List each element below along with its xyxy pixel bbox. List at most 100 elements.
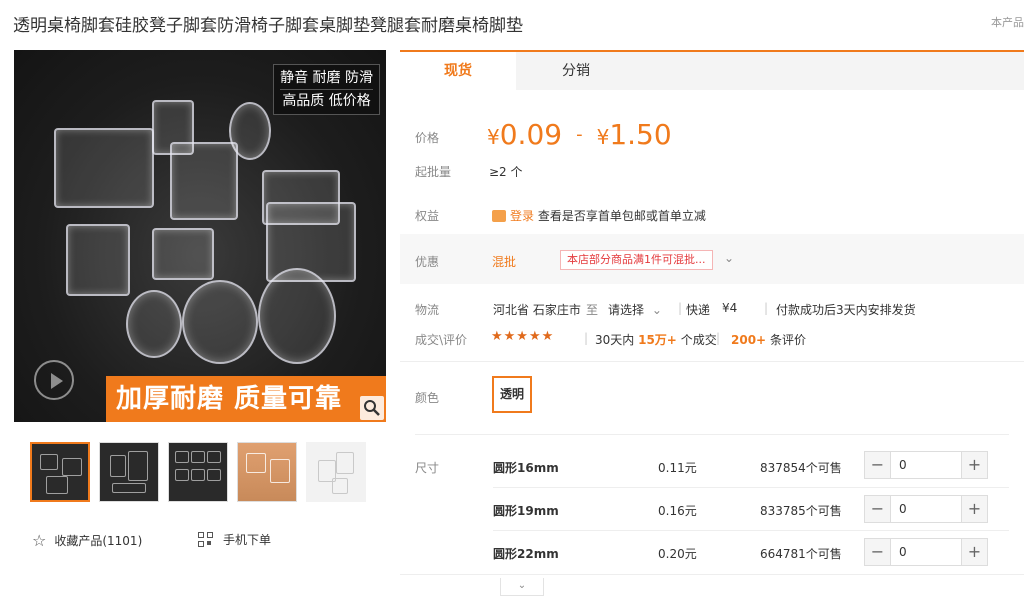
price-label: 价格 [415, 131, 440, 145]
star-outline-icon: ☆ [32, 531, 47, 550]
divider: | [764, 301, 769, 315]
sku-stock: 833785个可售 [760, 504, 842, 518]
quantity-input[interactable]: 0 [899, 496, 907, 522]
corner-text[interactable]: 本产品 [991, 14, 1024, 30]
gift-icon [492, 210, 506, 222]
size-label: 尺寸 [415, 461, 440, 475]
color-label: 颜色 [415, 391, 440, 405]
promo-tag[interactable]: 本店部分商品满1件可混批... [560, 250, 713, 270]
feature-badge: 静音 耐磨 防滑 高品质 低价格 [273, 64, 380, 115]
increase-button[interactable]: + [961, 452, 987, 478]
sku-price: 0.16元 [658, 504, 697, 518]
logistics-label: 物流 [415, 303, 440, 317]
sku-name: 圆形16mm [493, 461, 559, 475]
price-high: 1.50 [609, 118, 672, 151]
divider [400, 361, 1024, 362]
moq-label: 起批量 [415, 165, 452, 179]
decrease-button[interactable]: − [865, 452, 891, 478]
zoom-icon[interactable] [360, 396, 384, 420]
favorite-label: 收藏产品(1101) [54, 534, 143, 548]
expand-sizes-button[interactable]: ⌄ [500, 578, 544, 596]
quantity-stepper: − 0 + [864, 538, 988, 566]
promo-row: 优惠 混批 本店部分商品满1件可混批... ⌄ [400, 234, 1024, 284]
currency-symbol: ¥ [487, 125, 500, 149]
color-option-transparent[interactable]: 透明 [492, 376, 532, 413]
promo-type: 混批 [492, 255, 517, 269]
divider [493, 487, 1009, 488]
increase-button[interactable]: + [961, 496, 987, 522]
image-banner: 加厚耐磨 质量可靠 [106, 376, 386, 422]
sku-name: 圆形22mm [493, 547, 559, 561]
chevron-down-icon[interactable]: ⌄ [724, 251, 734, 265]
thumbnail-2[interactable] [99, 442, 159, 502]
promo-label: 优惠 [415, 255, 440, 269]
ship-to-word: 至 [586, 303, 599, 317]
days-text: 30天内 [595, 333, 635, 347]
express-fee: ¥4 [722, 301, 738, 315]
rights-info: 登录 查看是否享首单包邮或首单立减 [492, 207, 706, 224]
product-shape [126, 290, 182, 358]
product-shape [258, 268, 336, 364]
price-range: ¥0.09- ¥1.50 [487, 118, 672, 151]
mobile-order-button[interactable]: 手机下单 [198, 531, 271, 548]
mobile-order-label: 手机下单 [223, 533, 272, 547]
sku-price: 0.20元 [658, 547, 697, 561]
rights-label: 权益 [415, 209, 440, 223]
moq-value: ≥2 个 [489, 165, 523, 179]
product-shape [152, 228, 214, 280]
price-low: 0.09 [499, 118, 563, 151]
chevron-down-icon: ⌄ [651, 303, 662, 317]
badge-line: 高品质 低价格 [280, 89, 373, 112]
divider: | [716, 331, 721, 345]
favorite-button[interactable]: ☆ 收藏产品(1101) [32, 531, 142, 550]
play-video-icon[interactable] [34, 360, 74, 400]
tab-distribution[interactable]: 分销 [518, 52, 634, 90]
thumbnail-4[interactable] [237, 442, 297, 502]
product-info-panel: 现货 分销 价格 ¥0.09- ¥1.50 起批量 ≥2 个 权益 登录 查看是否… [400, 50, 1024, 608]
sku-stock: 837854个可售 [760, 461, 842, 475]
increase-button[interactable]: + [961, 539, 987, 565]
ship-from: 河北省 石家庄市 [493, 303, 581, 317]
decrease-button[interactable]: − [865, 539, 891, 565]
rating-stars: ★★★★★ [491, 329, 555, 344]
tab-in-stock[interactable]: 现货 [400, 52, 516, 90]
deal-count: 15万+ [638, 333, 677, 347]
quantity-stepper: − 0 + [864, 495, 988, 523]
review-unit: 条评价 [769, 333, 806, 347]
login-link[interactable]: 登录 [510, 209, 534, 223]
quantity-input[interactable]: 0 [899, 452, 907, 478]
ship-note: 付款成功后3天内安排发货 [776, 303, 916, 317]
divider: | [584, 331, 589, 345]
quantity-stepper: − 0 + [864, 451, 988, 479]
review-count: 200+ [731, 333, 767, 347]
thumbnail-5[interactable] [306, 442, 366, 502]
qr-code-icon [198, 532, 213, 547]
main-product-image[interactable]: 静音 耐磨 防滑 高品质 低价格 加厚耐磨 质量可靠 [14, 50, 386, 422]
destination-select[interactable]: 请选择 ⌄ [608, 301, 662, 318]
destination-select-label: 请选择 [608, 303, 645, 317]
product-title: 透明桌椅脚套硅胶凳子脚套防滑椅子脚套桌脚垫凳腿套耐磨桌椅脚垫 [13, 16, 523, 36]
review-stats[interactable]: 200+ 条评价 [731, 331, 806, 348]
divider [415, 434, 1009, 435]
product-shape [54, 128, 154, 208]
thumbnail-1[interactable] [30, 442, 90, 502]
product-shape [170, 142, 238, 220]
sku-price: 0.11元 [658, 461, 697, 475]
sku-name: 圆形19mm [493, 504, 559, 518]
divider: | [678, 301, 683, 315]
rights-text: 查看是否享首单包邮或首单立减 [537, 209, 706, 223]
price-dash: - [576, 124, 583, 145]
tab-bar: 现货 分销 [400, 50, 1024, 90]
divider [493, 530, 1009, 531]
product-shape [182, 280, 258, 364]
currency-symbol: ¥ [596, 125, 610, 149]
product-shape [266, 202, 356, 282]
divider [400, 574, 1024, 575]
badge-line: 静音 耐磨 防滑 [280, 70, 373, 86]
deal-unit: 个成交 [680, 333, 717, 347]
quantity-input[interactable]: 0 [899, 539, 907, 565]
thumbnail-3[interactable] [168, 442, 228, 502]
decrease-button[interactable]: − [865, 496, 891, 522]
express-label: 快递 [686, 303, 711, 317]
reviews-label: 成交\评价 [415, 333, 468, 347]
